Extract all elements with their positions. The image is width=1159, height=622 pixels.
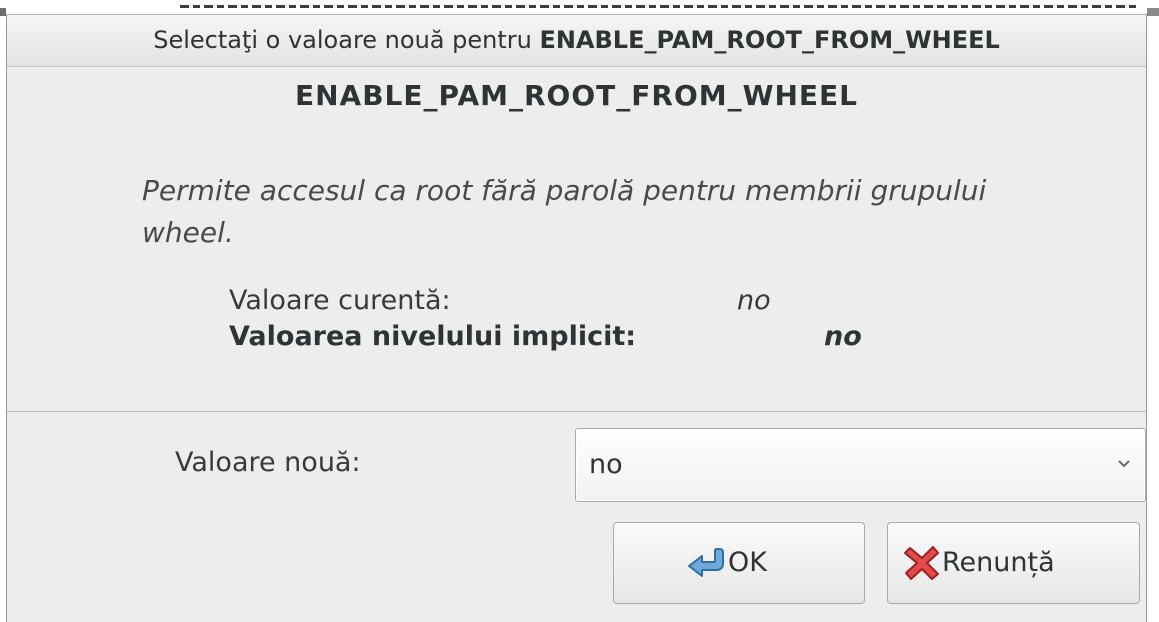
return-arrow-icon (688, 548, 724, 577)
current-value: no (737, 285, 771, 316)
background-edge-right (1147, 8, 1159, 16)
ok-button-label: OK (728, 547, 767, 578)
dialog-titlebar[interactable]: Selectaţi o valoare nouă pentru ENABLE_P… (7, 15, 1146, 67)
background-text-fragment (180, 5, 1140, 8)
dialog-title-prefix: Selectaţi o valoare nouă pentru (153, 26, 540, 54)
variable-heading: ENABLE_PAM_ROOT_FROM_WHEEL (294, 79, 859, 112)
separator (7, 411, 1146, 412)
red-x-icon (904, 546, 939, 580)
ok-button[interactable]: OK (613, 522, 865, 604)
chevron-down-icon (1118, 460, 1130, 468)
cancel-button-label: Renunță (942, 547, 1055, 578)
new-value-selected: no (589, 449, 623, 480)
dialog-title-variable: ENABLE_PAM_ROOT_FROM_WHEEL (539, 26, 1000, 54)
new-value-label: Valoare nouă: (175, 447, 361, 478)
current-value-label: Valoare curentă: (229, 285, 451, 316)
new-value-select[interactable]: no (575, 428, 1146, 502)
dialog-window: Selectaţi o valoare nouă pentru ENABLE_P… (6, 14, 1147, 622)
variable-description: Permite accesul ca root fără parolă pent… (142, 174, 987, 249)
default-value: no (824, 321, 862, 352)
cancel-button[interactable]: Renunță (887, 522, 1140, 604)
default-value-label: Valoarea nivelului implicit: (229, 321, 637, 352)
